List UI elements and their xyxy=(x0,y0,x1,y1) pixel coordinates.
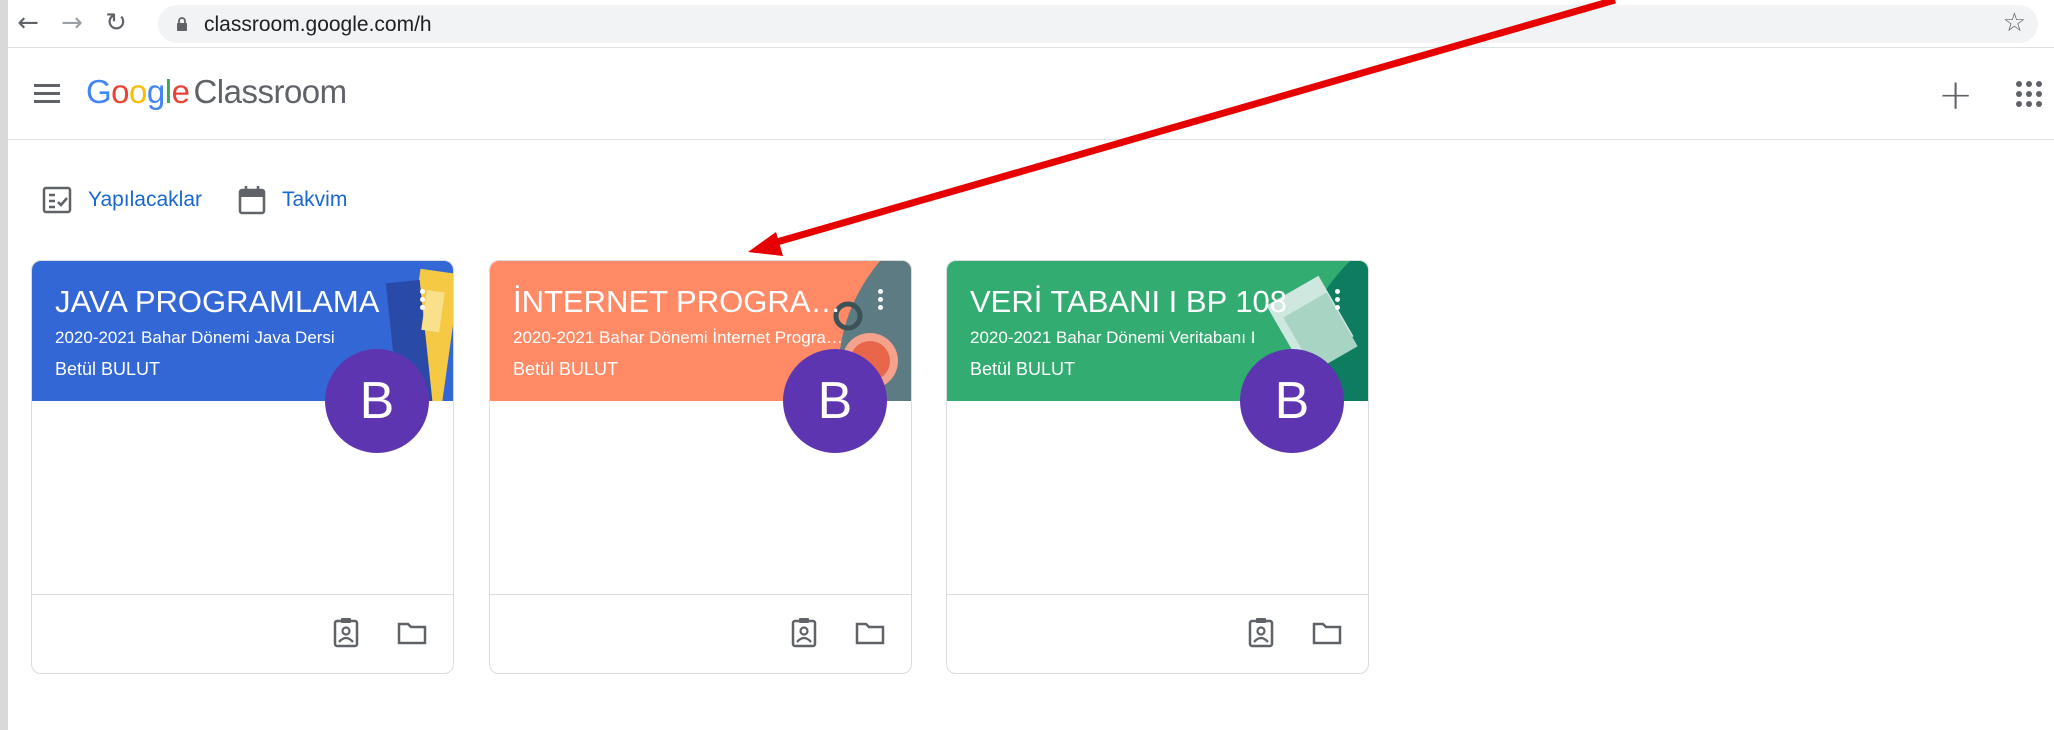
annotation-arrow xyxy=(748,0,1616,256)
